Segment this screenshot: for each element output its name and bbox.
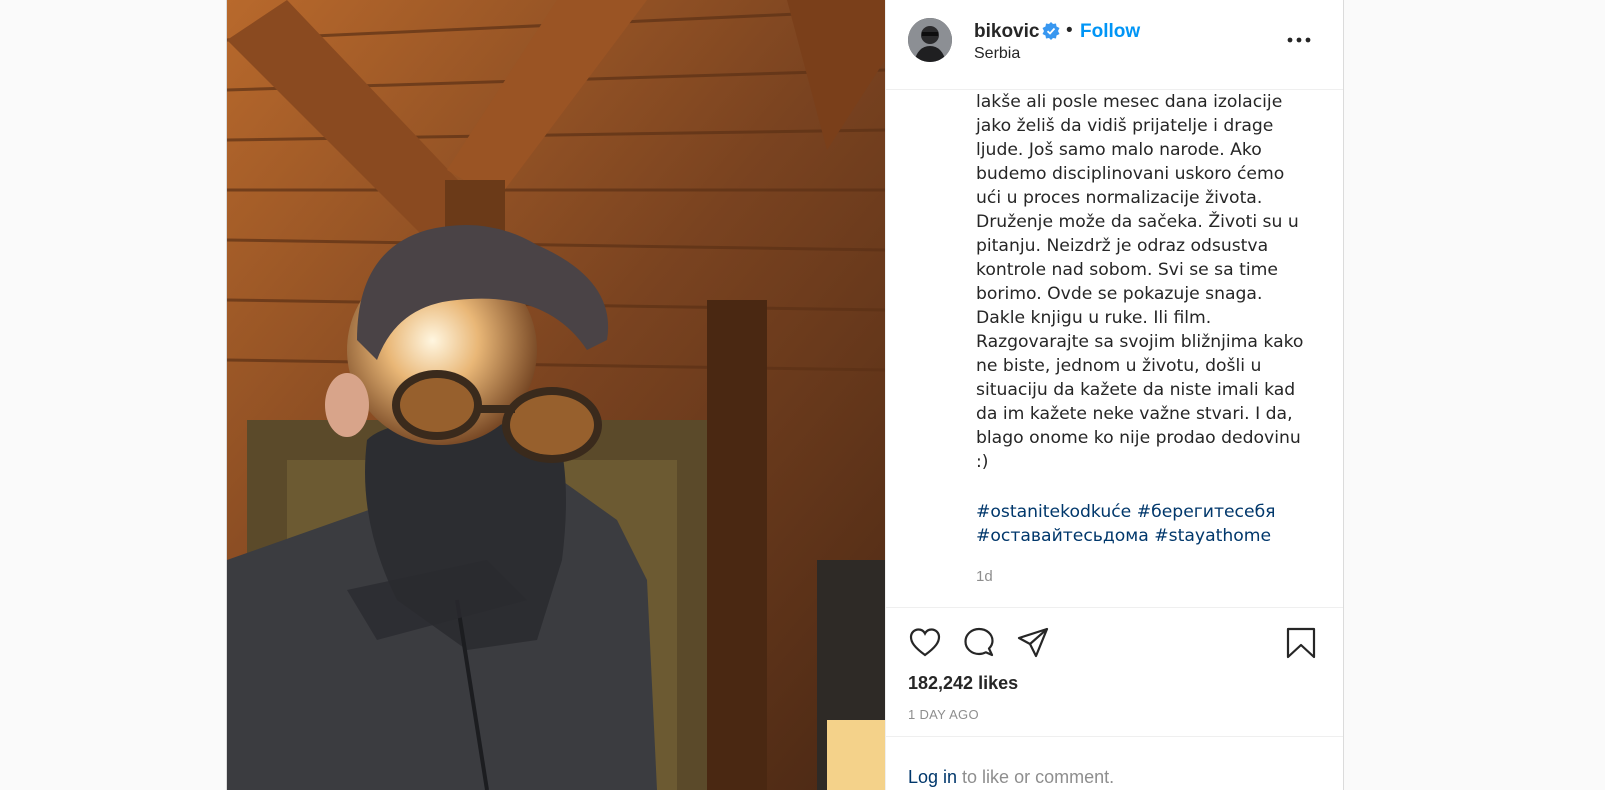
follow-button[interactable]: Follow bbox=[1080, 21, 1140, 43]
login-prompt: Log in to like or comment. bbox=[886, 736, 1343, 790]
hashtag-link[interactable]: #оставайтесьдома bbox=[976, 526, 1149, 546]
selfie-image bbox=[227, 0, 885, 790]
avatar[interactable] bbox=[908, 18, 952, 62]
caption-age: 1d bbox=[976, 568, 993, 585]
heart-icon[interactable] bbox=[908, 626, 942, 660]
more-options-icon[interactable] bbox=[1286, 28, 1312, 52]
post-header: bikovic • Follow Serbia bbox=[886, 0, 1343, 90]
location-link[interactable]: Serbia bbox=[974, 45, 1020, 63]
post-sidebar: bikovic • Follow Serbia Jeste da sam u p… bbox=[885, 0, 1343, 790]
action-bar bbox=[886, 608, 1343, 663]
bookmark-icon[interactable] bbox=[1284, 626, 1318, 660]
like-count[interactable]: 182,242 likes bbox=[908, 673, 1018, 694]
share-icon[interactable] bbox=[1016, 626, 1050, 660]
hashtag-link[interactable]: #ostanitekodkuće bbox=[976, 502, 1131, 522]
login-link[interactable]: Log in bbox=[908, 767, 957, 787]
username[interactable]: bikovic bbox=[974, 21, 1039, 43]
hashtag-list: #ostanitekodkuće #берегитесебя #оставайт… bbox=[976, 500, 1316, 548]
verified-badge-icon bbox=[1042, 22, 1060, 40]
hashtag-link[interactable]: #берегитесебя bbox=[1137, 502, 1276, 522]
login-prompt-text: to like or comment. bbox=[957, 767, 1115, 787]
post-timestamp[interactable]: 1 DAY AGO bbox=[908, 707, 979, 722]
caption-text: Jeste da sam u prirodi i da je ovde lakš… bbox=[976, 92, 1304, 472]
caption-area: Jeste da sam u prirodi i da je ovde lakš… bbox=[886, 90, 1343, 608]
comment-icon[interactable] bbox=[962, 626, 996, 660]
post-photo[interactable] bbox=[227, 0, 885, 790]
hashtag-link[interactable]: #stayathome bbox=[1154, 526, 1271, 546]
post-card: bikovic • Follow Serbia Jeste da sam u p… bbox=[226, 0, 1344, 790]
separator-dot: • bbox=[1066, 20, 1073, 41]
